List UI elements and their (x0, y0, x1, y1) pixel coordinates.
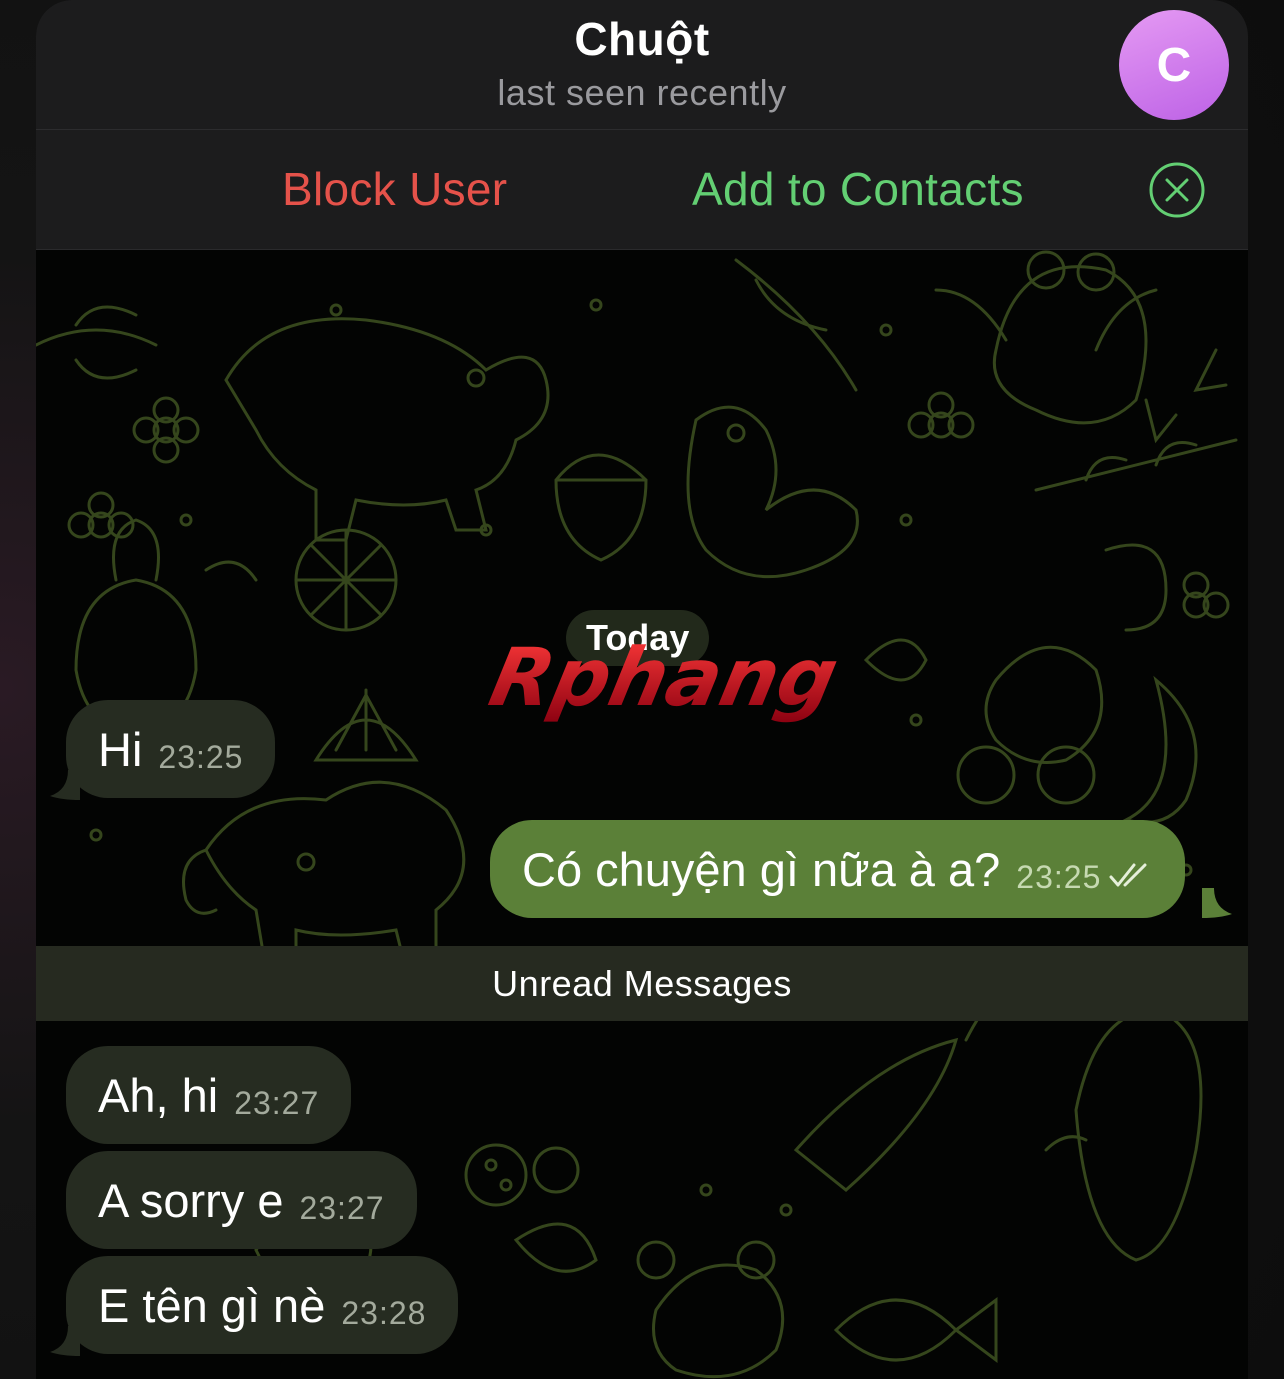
message-list[interactable]: Today Rphang Hi 23:25 Có chuyện gì nữa à… (36, 250, 1248, 1379)
message-text: E tên gì nè (98, 1278, 326, 1332)
avatar-letter: C (1156, 38, 1192, 92)
message-bubble-incoming[interactable]: E tên gì nè 23:28 (66, 1256, 459, 1354)
message-time: 23:25 (158, 738, 244, 775)
chat-window: Chuột last seen recently C Block User Ad… (36, 0, 1248, 1379)
message-text: Ah, hi (98, 1068, 219, 1122)
message-time: 23:27 (299, 1189, 385, 1226)
message-time: 23:25 (1016, 858, 1102, 895)
message-text: Có chuyện gì nữa à a? (522, 842, 1001, 896)
avatar[interactable]: C (1119, 10, 1229, 120)
double-check-icon (1109, 863, 1147, 887)
add-to-contacts-button[interactable]: Add to Contacts (692, 162, 1024, 216)
chat-title[interactable]: Chuột (36, 12, 1248, 66)
message-bubble-outgoing[interactable]: Có chuyện gì nữa à a? 23:25 (490, 820, 1186, 918)
watermark-logo: Rphang (482, 635, 846, 725)
contact-action-bar: Block User Add to Contacts (36, 130, 1248, 250)
chat-header: Chuột last seen recently C (36, 0, 1248, 130)
close-icon[interactable] (1148, 161, 1206, 219)
block-user-button[interactable]: Block User (282, 162, 507, 216)
message-bubble-incoming[interactable]: A sorry e 23:27 (66, 1151, 417, 1249)
unread-messages-divider: Unread Messages (36, 946, 1248, 1021)
last-seen-status: last seen recently (497, 72, 787, 113)
message-bubble-incoming[interactable]: Hi 23:25 (66, 700, 276, 798)
bubble-tail (50, 1326, 80, 1356)
message-time: 23:28 (341, 1294, 427, 1331)
bubble-tail (50, 770, 80, 800)
watermark-text: Rphang (482, 635, 846, 725)
message-time: 23:27 (234, 1084, 320, 1121)
message-text: A sorry e (98, 1173, 284, 1227)
message-bubble-incoming[interactable]: Ah, hi 23:27 (66, 1046, 352, 1144)
bubble-tail (1202, 888, 1232, 918)
message-text: Hi (98, 722, 143, 776)
